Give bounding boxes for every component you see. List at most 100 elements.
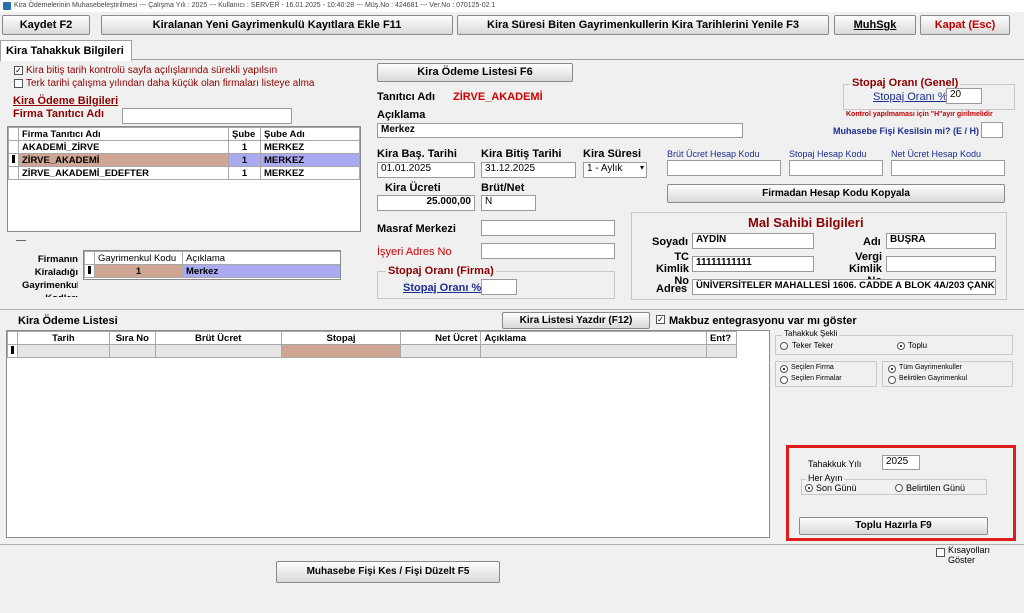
firm-grid[interactable]: Firma Tanıtıcı Adı Şube Şube Adı AKADEMİ… xyxy=(7,126,361,232)
kira-bit-input[interactable]: 31.12.2025 xyxy=(481,162,576,178)
kira-ucreti-input[interactable]: 25.000,00 xyxy=(377,195,475,211)
kiralanan-ekle-button[interactable]: Kiralanan Yeni Gayrimenkulü Kayıtlara Ek… xyxy=(101,15,453,35)
toplu-hazirla-button[interactable]: Toplu Hazırla F9 xyxy=(799,517,988,535)
belirtilen-gm-radio[interactable] xyxy=(888,376,896,384)
tahakkuk-yili-label: Tahakkuk Yılı xyxy=(808,459,862,469)
muhasebe-fisi-button[interactable]: Muhasebe Fişi Kes / Fişi Düzelt F5 xyxy=(276,561,500,583)
kira-suresi-label: Kira Süresi xyxy=(583,148,642,160)
table-row-selected[interactable]: 1 Merkez xyxy=(84,264,340,278)
divider xyxy=(0,309,1024,310)
makbuz-label: Makbuz entegrasyonu var mı göster xyxy=(669,315,857,327)
table-cell: 1 xyxy=(228,153,261,167)
secilen-firma-label: Seçilen Firma xyxy=(791,364,834,371)
divider xyxy=(16,240,26,241)
kapat-button[interactable]: Kapat (Esc) xyxy=(920,15,1010,35)
kira-odeme-bilgileri-title: Kira Ödeme Bilgileri xyxy=(13,95,119,107)
gayrimenkul-grid[interactable]: Gayrimenkul Kodu Açıklama 1 Merkez xyxy=(83,250,341,280)
soyadi-label: Soyadı xyxy=(652,236,689,248)
isyeri-adres-input[interactable] xyxy=(481,243,615,259)
stopaj-firma-label: Stopaj Oranı % xyxy=(403,282,482,294)
vergi-input[interactable] xyxy=(886,256,996,272)
row-indicator xyxy=(84,264,95,278)
kira-bas-input[interactable]: 01.01.2025 xyxy=(377,162,475,178)
table-cell xyxy=(17,344,110,358)
tab-kira-tahakkuk[interactable]: Kira Tahakkuk Bilgileri xyxy=(0,40,132,61)
tahakkuk-yili-input[interactable]: 2025 xyxy=(882,455,920,470)
opt2-label: Terk tarihi çalışma yılından daha küçük … xyxy=(26,78,315,89)
makbuz-checkbox[interactable]: ✓ xyxy=(656,315,665,324)
kira-listesi-yazdir-button[interactable]: Kira Listesi Yazdır (F12) xyxy=(502,312,650,329)
toplu-radio[interactable] xyxy=(897,342,905,350)
aciklama-input[interactable]: Merkez xyxy=(377,123,743,138)
firma-tanitici-label: Firma Tanıtıcı Adı xyxy=(13,108,105,120)
tc-input[interactable]: 11111111111 xyxy=(692,256,814,272)
secilen-firmalar-radio[interactable] xyxy=(780,376,788,384)
tum-gm-label: Tüm Gayrimenkuller xyxy=(899,364,963,371)
aciklama-label: Açıklama xyxy=(377,109,426,121)
kisayollari-checkbox[interactable] xyxy=(936,548,945,557)
muh-fisi-input[interactable] xyxy=(981,122,1003,138)
kira-odeme-listesi-button[interactable]: Kira Ödeme Listesi F6 xyxy=(377,63,573,82)
soyadi-input[interactable]: AYDİN xyxy=(692,233,814,249)
toplu-label: Toplu xyxy=(908,341,928,350)
table-row-selected[interactable]: ZİRVE_AKADEMİ 1 MERKEZ xyxy=(8,153,360,167)
table-cell xyxy=(108,344,156,358)
list-header: Tarih xyxy=(17,331,110,345)
belirtilen-gunu-radio[interactable] xyxy=(895,484,903,492)
firma-tanitici-input[interactable] xyxy=(122,108,292,124)
grid-indicator-header xyxy=(7,331,18,345)
table-cell xyxy=(480,344,707,358)
gm-grid-header: Açıklama xyxy=(182,251,340,265)
brut-net-input[interactable]: N xyxy=(481,195,536,211)
her-ayin-label: Her Ayın xyxy=(806,473,845,483)
opt1-label: Kira bitiş tarih kontrolü sayfa açılışla… xyxy=(26,65,278,76)
hesap-kodu-kopyala-button[interactable]: Firmadan Hesap Kodu Kopyala xyxy=(667,184,1005,203)
kira-suresi-select[interactable]: 1 - Aylık ▾ xyxy=(583,162,647,178)
table-cell: MERKEZ xyxy=(260,166,360,180)
grid-indicator-header xyxy=(8,127,19,141)
kira-odeme-grid[interactable]: Tarih Sıra No Brüt Ücret Stopaj Net Ücre… xyxy=(6,330,770,538)
grid-indicator-header xyxy=(84,251,95,265)
table-cell xyxy=(154,344,282,358)
opt2-checkbox[interactable] xyxy=(14,79,23,88)
masraf-merkezi-input[interactable] xyxy=(481,220,615,236)
tum-gm-radio[interactable] xyxy=(888,365,896,373)
table-cell: MERKEZ xyxy=(260,140,360,154)
window-title: Kira Ödemelerinin Muhasebeleştirilmesi -… xyxy=(14,2,496,9)
isyeri-adres-label: İşyeri Adres No xyxy=(377,246,452,258)
kira-bas-label: Kira Baş. Tarihi xyxy=(377,148,457,160)
kisayollari-label: Kısayolları Göster xyxy=(948,545,991,565)
stopaj-hesap-input[interactable] xyxy=(789,160,883,176)
table-cell: Merkez xyxy=(182,264,340,278)
row-indicator xyxy=(8,166,19,180)
opt1-checkbox[interactable]: ✓ xyxy=(14,66,23,75)
muhsgk-button[interactable]: MuhSgk xyxy=(834,15,916,35)
net-hesap-input[interactable] xyxy=(891,160,1005,176)
teker-teker-radio[interactable] xyxy=(780,342,788,350)
teker-teker-label: Teker Teker xyxy=(792,341,834,350)
stopaj-genel-title: Stopaj Oranı (Genel) xyxy=(850,77,961,89)
divider xyxy=(0,544,1024,545)
belirtilen-gm-label: Belirtilen Gayrimenkul xyxy=(899,375,968,382)
kaydet-button[interactable]: Kaydet F2 xyxy=(2,15,90,35)
table-row[interactable] xyxy=(7,344,738,358)
list-header: Brüt Ücret xyxy=(154,331,282,345)
table-row[interactable]: ZİRVE_AKADEMİ_EDEFTER 1 MERKEZ xyxy=(8,166,360,180)
son-gunu-radio[interactable] xyxy=(805,484,813,492)
app-icon xyxy=(3,2,11,10)
kira-tarih-yenile-button[interactable]: Kira Süresi Biten Gayrimenkullerin Kira … xyxy=(457,15,829,35)
chevron-down-icon: ▾ xyxy=(639,163,644,172)
stopaj-firma-input[interactable] xyxy=(481,279,517,295)
table-cell: ZİRVE_AKADEMİ_EDEFTER xyxy=(18,166,229,180)
stopaj-genel-input[interactable]: 20 xyxy=(946,88,982,104)
secilen-firmalar-label: Seçilen Firmalar xyxy=(791,375,842,382)
kira-ucreti-label: Kira Ücreti xyxy=(385,182,441,194)
list-header: Stopaj xyxy=(280,331,402,345)
adi-input[interactable]: BÜŞRA xyxy=(886,233,996,249)
table-row[interactable]: AKADEMİ_ZİRVE 1 MERKEZ xyxy=(8,140,360,154)
brut-hesap-input[interactable] xyxy=(667,160,781,176)
secilen-firma-radio[interactable] xyxy=(780,365,788,373)
list-header: Açıklama xyxy=(480,331,707,345)
adres-input[interactable]: ÜNİVERSİTELER MAHALLESİ 1606. CADDE A BL… xyxy=(692,279,996,295)
tahakkuk-sekli-label: Tahakkuk Şekli xyxy=(782,329,840,338)
